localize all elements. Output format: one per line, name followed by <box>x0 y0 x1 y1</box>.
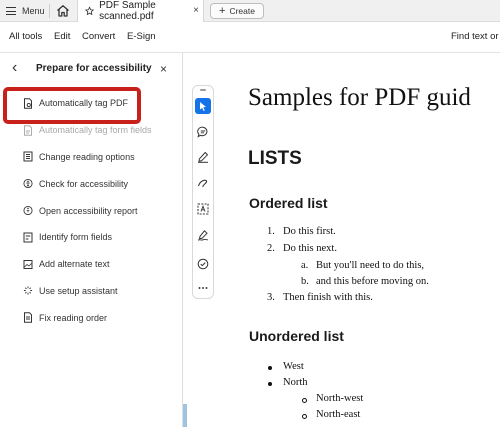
panel-close-button[interactable]: × <box>160 62 167 76</box>
back-arrow-icon[interactable]: ‹ <box>12 60 17 76</box>
tool-open-accessibility-report[interactable]: Open accessibility report <box>0 197 183 224</box>
more-tools[interactable] <box>195 280 211 296</box>
list-number: 2. <box>267 243 275 254</box>
highlight-icon <box>198 151 209 163</box>
list-number: 1. <box>267 226 275 237</box>
list-item: and this before moving on. <box>316 276 429 287</box>
menu-edit[interactable]: Edit <box>54 31 70 42</box>
find-text-search[interactable]: Find text or to <box>451 31 500 42</box>
more-icon <box>198 287 208 289</box>
tool-identify-form-fields[interactable]: Identify form fields <box>0 224 183 251</box>
comment-tool[interactable] <box>195 124 211 140</box>
check-icon <box>197 258 209 270</box>
draw-tool[interactable] <box>195 175 211 191</box>
create-button[interactable]: + Create <box>210 3 264 19</box>
list-item: But you'll need to do this, <box>316 260 425 271</box>
sign-icon <box>197 230 209 241</box>
menu-convert[interactable]: Convert <box>82 31 115 42</box>
divider <box>49 4 50 18</box>
list-item: Do this first. <box>283 226 336 237</box>
comment-icon <box>197 126 208 138</box>
tab-title: PDF Sample scanned.pdf <box>99 0 156 22</box>
tool-label: Add alternate text <box>39 259 110 270</box>
list-letter: a. <box>301 260 309 271</box>
tool-label: Check for accessibility <box>39 178 129 189</box>
tool-label: Fix reading order <box>39 312 108 323</box>
bullet <box>268 382 272 386</box>
star-icon <box>85 6 94 15</box>
tool-label: Use setup assistant <box>39 285 118 296</box>
menu-bar: All tools Edit Convert E-Sign Find text … <box>0 22 500 53</box>
tool-label: Change reading options <box>39 151 135 162</box>
bullet <box>268 366 272 370</box>
list-item: West <box>283 361 304 372</box>
tool-label: Automatically tag form fields <box>39 125 152 136</box>
menu-label: Menu <box>22 6 45 16</box>
tool-change-reading-options[interactable]: Change reading options <box>0 144 183 171</box>
document-tab[interactable]: PDF Sample scanned.pdf × <box>77 0 204 22</box>
alt-text-icon <box>23 259 33 270</box>
draw-icon <box>197 179 208 188</box>
home-icon <box>57 5 69 17</box>
tag-form-icon <box>23 124 33 136</box>
hamburger-icon <box>6 7 16 16</box>
list-letter: b. <box>301 276 309 287</box>
tab-bar: Menu PDF Sample scanned.pdf × + Create <box>0 0 500 22</box>
ordered-list-heading: Ordered list <box>249 195 328 211</box>
page-edge <box>183 404 187 427</box>
select-icon <box>200 101 206 111</box>
text-select-tool[interactable] <box>195 201 211 217</box>
sub-bullet <box>302 414 307 419</box>
panel-header: ‹ Prepare for accessibility × <box>0 53 183 85</box>
tool-label: Open accessibility report <box>39 205 138 216</box>
panel-title: Prepare for accessibility <box>36 63 152 74</box>
menu-button[interactable]: Menu <box>6 3 45 19</box>
sub-bullet <box>302 398 307 403</box>
text-select-icon <box>197 203 209 215</box>
accessibility-check-icon <box>23 178 33 189</box>
tool-label: Identify form fields <box>39 232 113 243</box>
tool-fix-reading-order[interactable]: Fix reading order <box>0 304 183 331</box>
plus-icon: + <box>219 5 226 17</box>
list-item: North-east <box>316 409 361 420</box>
unordered-list-heading: Unordered list <box>249 328 344 344</box>
highlight-box <box>3 87 141 124</box>
menu-all-tools[interactable]: All tools <box>9 31 42 42</box>
home-button[interactable] <box>55 3 71 19</box>
document-title: Samples for PDF guid <box>248 84 471 111</box>
reading-options-icon <box>23 151 33 162</box>
tab-close-button[interactable]: × <box>193 5 199 16</box>
section-heading: LISTS <box>248 148 302 169</box>
setup-assistant-icon <box>23 285 33 296</box>
rail-grip[interactable] <box>200 89 206 91</box>
panel-tool-list: Automatically tag PDF Automatically tag … <box>0 90 183 331</box>
list-item: North <box>283 377 308 388</box>
list-item: Do this next. <box>283 243 337 254</box>
menu-e-sign[interactable]: E-Sign <box>127 31 156 42</box>
report-icon <box>23 205 33 216</box>
list-number: 3. <box>267 292 275 303</box>
quick-tools-rail <box>192 85 214 299</box>
list-item: Then finish with this. <box>283 292 373 303</box>
create-label: Create <box>229 6 255 16</box>
check-tool[interactable] <box>195 256 211 272</box>
list-item: North-west <box>316 393 364 404</box>
reading-order-icon <box>23 312 33 323</box>
tool-check-for-accessibility[interactable]: Check for accessibility <box>0 170 183 197</box>
tool-add-alternate-text[interactable]: Add alternate text <box>0 251 183 278</box>
highlight-tool[interactable] <box>195 149 211 165</box>
tool-use-setup-assistant[interactable]: Use setup assistant <box>0 278 183 305</box>
form-fields-icon <box>23 232 33 243</box>
select-tool[interactable] <box>195 98 211 114</box>
sign-tool[interactable] <box>195 227 211 243</box>
